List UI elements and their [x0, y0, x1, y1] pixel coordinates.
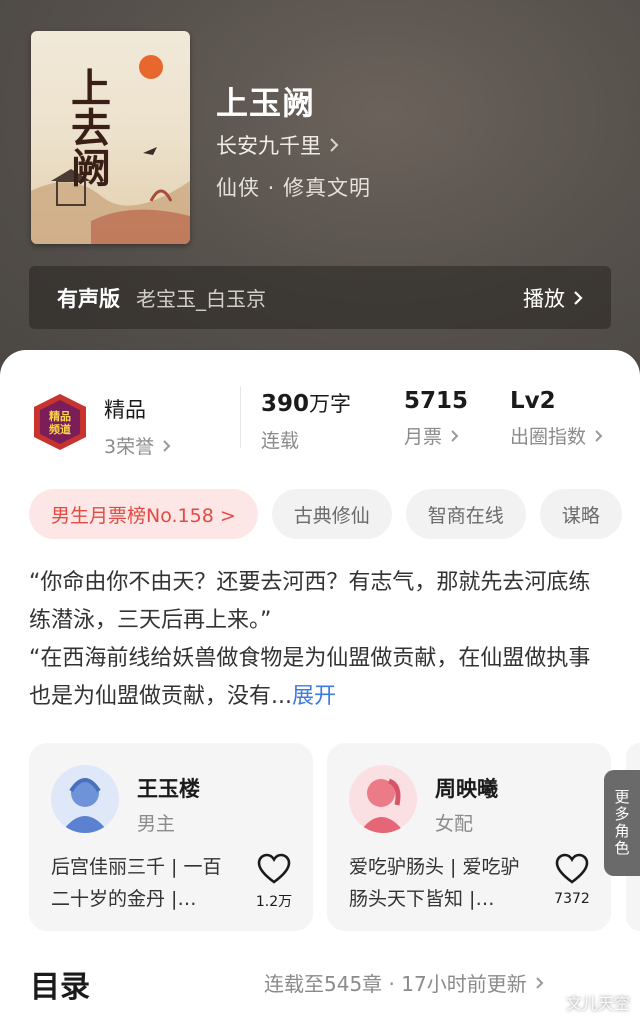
audio-narrator: 老宝玉_白玉京 — [136, 287, 266, 311]
tag-item[interactable]: 古典修仙 — [271, 489, 392, 539]
cover-sun — [139, 55, 163, 79]
svg-text:频道: 频道 — [49, 422, 71, 436]
popularity-stat[interactable]: Lv2 出圈指数 — [510, 388, 603, 449]
avatar — [51, 765, 119, 833]
play-button[interactable]: 播放 — [523, 283, 583, 313]
character-name: 王玉楼 — [137, 777, 200, 801]
chevron-right-icon — [162, 439, 171, 453]
quality-badge-icon: 精品 频道 — [34, 394, 86, 450]
audio-label: 有声版 — [57, 286, 120, 311]
stat-divider — [240, 386, 241, 448]
more-roles-button[interactable]: 更多角色 — [604, 770, 640, 876]
word-count-unit: 万字 — [309, 392, 352, 416]
quality-label: 精品 — [104, 398, 146, 422]
chevron-right-icon — [573, 290, 583, 306]
character-role: 男主 — [137, 813, 176, 835]
chevron-right-icon — [450, 429, 459, 443]
honors-count: 3荣誉 — [104, 436, 155, 458]
popularity-link[interactable]: 出圈指数 — [510, 422, 603, 449]
word-count-value: 390 — [261, 391, 310, 417]
toc-link[interactable]: 连载至545章 · 17小时前更新 — [264, 968, 544, 997]
synopsis[interactable]: “你命由你不由天？还要去河西？有志气，那就先去河底练练潜泳，三天后再上来。” “… — [29, 564, 611, 716]
svg-text:精品: 精品 — [49, 409, 71, 423]
monthly-tickets-link[interactable]: 月票 — [404, 422, 468, 449]
chevron-right-icon — [535, 976, 544, 990]
watermark: 文儿天空 — [566, 994, 631, 1013]
heart-icon[interactable] — [257, 853, 291, 885]
character-desc: 爱吃驴肠头 | 爱吃驴肠头天下皆知 |… — [349, 856, 520, 910]
popularity-level: Lv2 — [510, 388, 556, 414]
tag-ranking[interactable]: 男生月票榜No.158 > — [29, 489, 258, 539]
monthly-tickets-value: 5715 — [404, 388, 469, 414]
book-genre: 仙侠 · 修真文明 — [216, 176, 372, 200]
audio-version-bar[interactable]: 有声版 老宝玉_白玉京 播放 — [29, 266, 611, 329]
chevron-right-icon — [329, 137, 339, 153]
tag-item[interactable]: 谋略 — [539, 489, 622, 539]
character-name: 周映曦 — [435, 777, 498, 801]
popularity-label: 出圈指数 — [510, 426, 587, 448]
tag-item[interactable]: 智商在线 — [405, 489, 526, 539]
like-count: 1.2万 — [255, 894, 293, 910]
serial-status: 连载 — [261, 430, 300, 452]
author-link[interactable]: 长安九千里 — [216, 130, 339, 160]
monthly-tickets-stat[interactable]: 5715 月票 — [404, 388, 468, 449]
tag-row: 男生月票榜No.158 > 古典修仙 智商在线 谋略 — [29, 489, 640, 539]
book-cover[interactable]: 上去阙 — [31, 31, 190, 244]
toc-status: 连载至545章 · 17小时前更新 — [264, 972, 527, 996]
chevron-right-icon — [594, 429, 603, 443]
character-role: 女配 — [435, 813, 474, 835]
avatar — [349, 765, 417, 833]
toc-title: 目录 — [30, 970, 90, 1005]
character-card[interactable]: 周映曦 女配 爱吃驴肠头 | 爱吃驴肠头天下皆知 |… 7372 — [327, 743, 611, 931]
heart-icon[interactable] — [555, 853, 589, 885]
play-label: 播放 — [523, 286, 565, 311]
expand-link[interactable]: 展开 — [292, 684, 336, 709]
word-count: 390万字 — [261, 388, 351, 418]
author-name: 长安九千里 — [216, 134, 321, 158]
character-desc: 后宫佳丽三千 | 一百二十岁的金丹 |… — [51, 856, 222, 910]
quality-stat[interactable]: 精品 3荣誉 — [104, 394, 171, 459]
word-count-stat: 390万字 连载 — [261, 388, 351, 453]
book-title: 上玉阙 — [216, 84, 316, 122]
cover-title-art: 上去阙 — [64, 67, 111, 187]
like-count: 7372 — [554, 891, 590, 907]
character-card[interactable]: 王玉楼 男主 后宫佳丽三千 | 一百二十岁的金丹 |… 1.2万 — [29, 743, 313, 931]
monthly-tickets-label: 月票 — [404, 426, 443, 448]
honors-link[interactable]: 3荣誉 — [104, 432, 171, 459]
